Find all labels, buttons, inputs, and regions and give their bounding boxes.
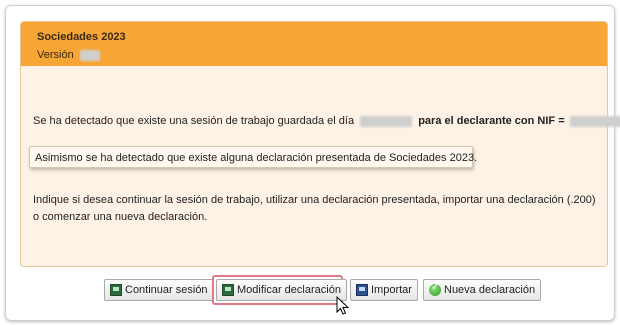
session-message-text: Se ha detectado que existe una sesión de… — [33, 115, 355, 127]
modify-declaration-button[interactable]: Modificar declaración — [216, 279, 347, 301]
check-icon — [429, 282, 441, 296]
window-frame: Sociedades 2023 Versión Se ha detectado … — [5, 5, 620, 321]
continue-session-label: Continuar sesión — [125, 284, 208, 296]
instructions-text: Indique si desea continuar la sesión de … — [33, 194, 596, 223]
button-bar: Continuar sesión Modificar declaración I… — [0, 275, 620, 305]
document-icon — [110, 284, 122, 296]
dialog-title: Sociedades 2023 — [37, 31, 126, 43]
document-icon — [222, 284, 234, 296]
new-declaration-button[interactable]: Nueva declaración — [423, 279, 542, 301]
dialog-header: Sociedades 2023 Versión — [21, 22, 607, 66]
version-label: Versión — [37, 49, 74, 61]
import-icon — [356, 284, 368, 296]
date-redacted — [360, 115, 413, 127]
nif-redacted — [569, 115, 620, 127]
version-redacted — [79, 49, 100, 61]
import-label: Importar — [371, 284, 412, 296]
declarant-label: para el declarante con NIF = — [418, 115, 565, 127]
session-message: Se ha detectado que existe una sesión de… — [33, 115, 620, 127]
new-declaration-label: Nueva declaración — [444, 284, 536, 296]
import-button[interactable]: Importar — [350, 279, 418, 301]
notice-text: Asimismo se ha detectado que existe algu… — [35, 152, 478, 164]
continue-session-button[interactable]: Continuar sesión — [104, 279, 214, 301]
modify-declaration-label: Modificar declaración — [237, 284, 341, 296]
version-line: Versión — [37, 49, 100, 61]
presented-declaration-notice: Asimismo se ha detectado que existe algu… — [29, 146, 477, 168]
session-dialog: Sociedades 2023 Versión Se ha detectado … — [20, 21, 620, 267]
mouse-cursor-icon — [336, 296, 350, 315]
